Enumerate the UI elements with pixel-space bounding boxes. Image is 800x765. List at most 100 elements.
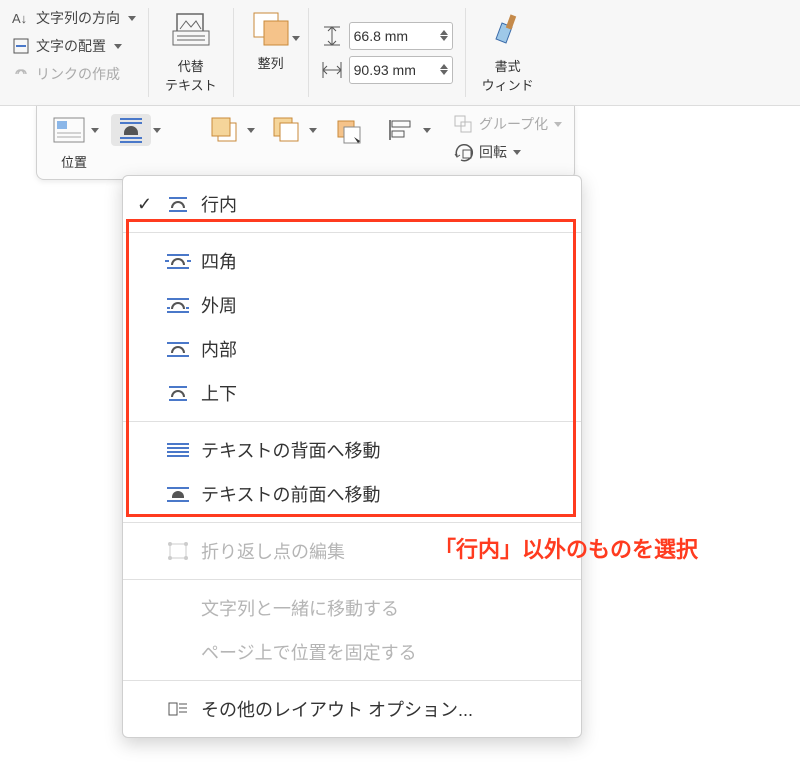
text-direction-button[interactable]: A↓ 文字列の方向 (12, 4, 136, 32)
menu-item-topbottom[interactable]: 上下 (123, 371, 581, 415)
menu-item-label: 内部 (201, 336, 237, 362)
ribbon-group-format: 書式 ウィンド (466, 0, 550, 105)
wrap-text-icon (111, 114, 151, 146)
menu-item-label: 上下 (201, 380, 237, 406)
format-icon (487, 8, 529, 50)
menu-separator (123, 579, 581, 580)
bring-forward-button[interactable] (205, 114, 255, 146)
toolbar-side-group: グループ化 回転 (453, 114, 562, 162)
group-button[interactable]: グループ化 (453, 114, 562, 134)
chevron-down-icon (292, 36, 300, 41)
create-link-button[interactable]: リンクの作成 (12, 60, 120, 88)
chevron-down-icon (91, 128, 99, 133)
menu-item-label: 四角 (201, 248, 237, 274)
menu-item-label: 行内 (201, 191, 237, 217)
alt-text-icon (170, 8, 212, 50)
link-icon (12, 65, 30, 83)
text-align-button[interactable]: 文字の配置 (12, 32, 122, 60)
through-wrap-icon (165, 338, 191, 360)
text-align-label: 文字の配置 (36, 36, 106, 56)
menu-item-square[interactable]: 四角 (123, 239, 581, 283)
group-icon (453, 114, 475, 134)
chevron-down-icon (153, 128, 161, 133)
width-value: 90.93 mm (354, 62, 416, 78)
chevron-down-icon (309, 128, 317, 133)
height-value: 66.8 mm (354, 28, 408, 44)
menu-item-inline[interactable]: ✓ 行内 (123, 182, 581, 226)
menu-item-label: テキストの前面へ移動 (201, 481, 380, 507)
inline-wrap-icon (165, 193, 191, 215)
selection-pane-icon (329, 114, 369, 146)
height-input[interactable]: 66.8 mm (349, 22, 453, 50)
format-label: 書式 ウィンド (482, 56, 534, 94)
ribbon: A↓ 文字列の方向 文字の配置 リンクの作成 代替 テキスト (0, 0, 800, 106)
menu-item-label: その他のレイアウト オプション... (201, 696, 473, 722)
menu-item-more-options[interactable]: その他のレイアウト オプション... (123, 687, 581, 731)
menu-item-tight[interactable]: 外周 (123, 283, 581, 327)
selection-pane-button[interactable] (329, 114, 369, 146)
menu-item-label: 外周 (201, 292, 237, 318)
front-text-icon (165, 483, 191, 505)
ribbon-group-size: 66.8 mm 90.93 mm (309, 0, 465, 105)
menu-item-label: ページ上で位置を固定する (201, 639, 417, 665)
menu-item-label: テキストの背面へ移動 (201, 437, 380, 463)
position-button[interactable]: 位置 (49, 114, 99, 171)
position-label: 位置 (61, 152, 87, 171)
menu-item-label: 折り返し点の編集 (201, 538, 345, 564)
svg-text:A↓: A↓ (12, 11, 27, 26)
arrange-toolbar: 位置 (36, 106, 575, 180)
wrap-text-menu: ✓ 行内 四角 外周 内部 上下 (122, 175, 582, 738)
height-spinner[interactable] (440, 30, 448, 41)
chevron-down-icon (513, 150, 521, 155)
tight-wrap-icon (165, 294, 191, 316)
arrange-icon (250, 8, 292, 50)
menu-item-fix-position: ページ上で位置を固定する (123, 630, 581, 674)
edit-wrap-icon (165, 540, 191, 562)
send-backward-button[interactable] (267, 114, 317, 146)
text-direction-label: 文字列の方向 (36, 8, 120, 28)
ribbon-group-text: A↓ 文字列の方向 文字の配置 リンクの作成 (0, 0, 148, 105)
width-input[interactable]: 90.93 mm (349, 56, 453, 84)
topbottom-wrap-icon (165, 382, 191, 404)
rotate-button[interactable]: 回転 (453, 142, 521, 162)
group-label: グループ化 (479, 114, 548, 134)
ribbon-group-alt-text: 代替 テキスト (149, 0, 233, 105)
width-spinner[interactable] (440, 64, 448, 75)
chevron-down-icon (128, 16, 136, 21)
bring-forward-icon (205, 114, 245, 146)
chevron-down-icon (114, 44, 122, 49)
alt-text-label: 代替 テキスト (165, 56, 217, 94)
menu-item-front[interactable]: テキストの前面へ移動 (123, 472, 581, 516)
more-layout-icon (165, 698, 191, 720)
height-row: 66.8 mm (321, 22, 453, 50)
width-icon (321, 59, 343, 81)
align-button[interactable] (381, 114, 431, 146)
arrange-button[interactable]: 整列 (246, 4, 296, 76)
position-icon (49, 114, 89, 146)
wrap-text-button[interactable] (111, 114, 161, 146)
annotation-text: 「行内」以外のものを選択 (434, 532, 698, 564)
width-row: 90.93 mm (321, 56, 453, 84)
text-direction-icon: A↓ (12, 9, 30, 27)
text-align-icon (12, 37, 30, 55)
arrange-label: 整列 (258, 53, 284, 72)
checkmark-icon: ✓ (137, 194, 155, 215)
menu-item-move-with-text: 文字列と一緒に移動する (123, 586, 581, 630)
square-wrap-icon (165, 250, 191, 272)
alt-text-button[interactable]: 代替 テキスト (161, 4, 221, 98)
ribbon-group-arrange: 整列 (234, 0, 308, 105)
menu-separator (123, 421, 581, 422)
create-link-label: リンクの作成 (36, 64, 120, 84)
chevron-down-icon (423, 128, 431, 133)
menu-item-through[interactable]: 内部 (123, 327, 581, 371)
chevron-down-icon (247, 128, 255, 133)
menu-separator (123, 680, 581, 681)
menu-separator (123, 232, 581, 233)
height-icon (321, 25, 343, 47)
menu-item-label: 文字列と一緒に移動する (201, 595, 399, 621)
menu-separator (123, 522, 581, 523)
align-icon (381, 114, 421, 146)
menu-item-behind[interactable]: テキストの背面へ移動 (123, 428, 581, 472)
format-window-button[interactable]: 書式 ウィンド (478, 4, 538, 98)
chevron-down-icon (554, 122, 562, 127)
